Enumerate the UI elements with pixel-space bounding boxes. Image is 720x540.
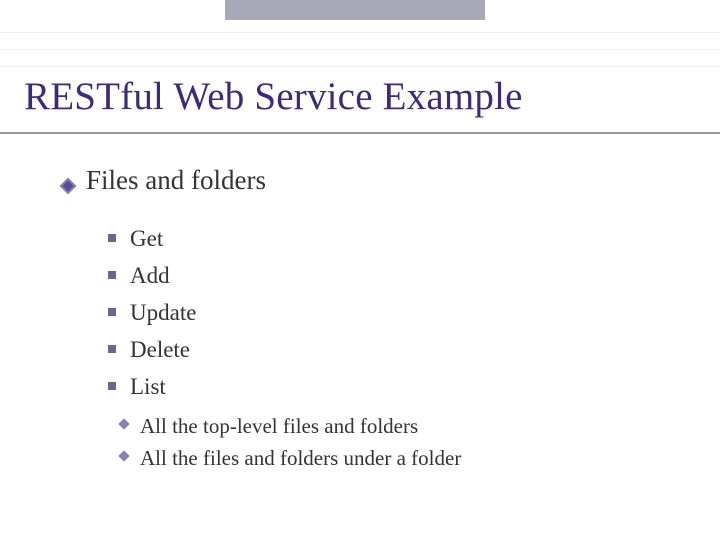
subitem-list: Get Add Update Delete List bbox=[130, 220, 196, 405]
diamond-bullet-icon bbox=[60, 178, 77, 195]
diamond-bullet-icon bbox=[118, 450, 129, 461]
list-item: All the top-level files and folders bbox=[140, 410, 461, 442]
list-item-label: Update bbox=[130, 300, 196, 325]
list-item-label: Get bbox=[130, 226, 163, 251]
slide-title: RESTful Web Service Example bbox=[24, 74, 523, 119]
list-item: Add bbox=[130, 257, 196, 294]
decorative-line bbox=[0, 49, 720, 50]
subsubitem-list: All the top-level files and folders All … bbox=[140, 410, 461, 474]
list-item-label: Add bbox=[130, 263, 170, 288]
list-item-label: Delete bbox=[130, 337, 190, 362]
square-bullet-icon bbox=[108, 382, 116, 390]
decorative-line bbox=[0, 66, 720, 67]
square-bullet-icon bbox=[108, 308, 116, 316]
title-underline bbox=[0, 132, 720, 134]
list-item: Update bbox=[130, 294, 196, 331]
square-bullet-icon bbox=[108, 345, 116, 353]
list-item: All the files and folders under a folder bbox=[140, 442, 461, 474]
list-item-label: All the files and folders under a folder bbox=[140, 446, 461, 470]
diamond-bullet-icon bbox=[118, 418, 129, 429]
list-item: Delete bbox=[130, 331, 196, 368]
list-item-label: All the top-level files and folders bbox=[140, 414, 418, 438]
top-decorative-bar bbox=[225, 0, 485, 20]
square-bullet-icon bbox=[108, 234, 116, 242]
list-item: List bbox=[130, 368, 196, 405]
square-bullet-icon bbox=[108, 271, 116, 279]
slide: RESTful Web Service Example Files and fo… bbox=[0, 0, 720, 540]
decorative-line bbox=[0, 32, 720, 33]
section-heading: Files and folders bbox=[86, 165, 266, 196]
list-item-label: List bbox=[130, 374, 166, 399]
list-item: Get bbox=[130, 220, 196, 257]
